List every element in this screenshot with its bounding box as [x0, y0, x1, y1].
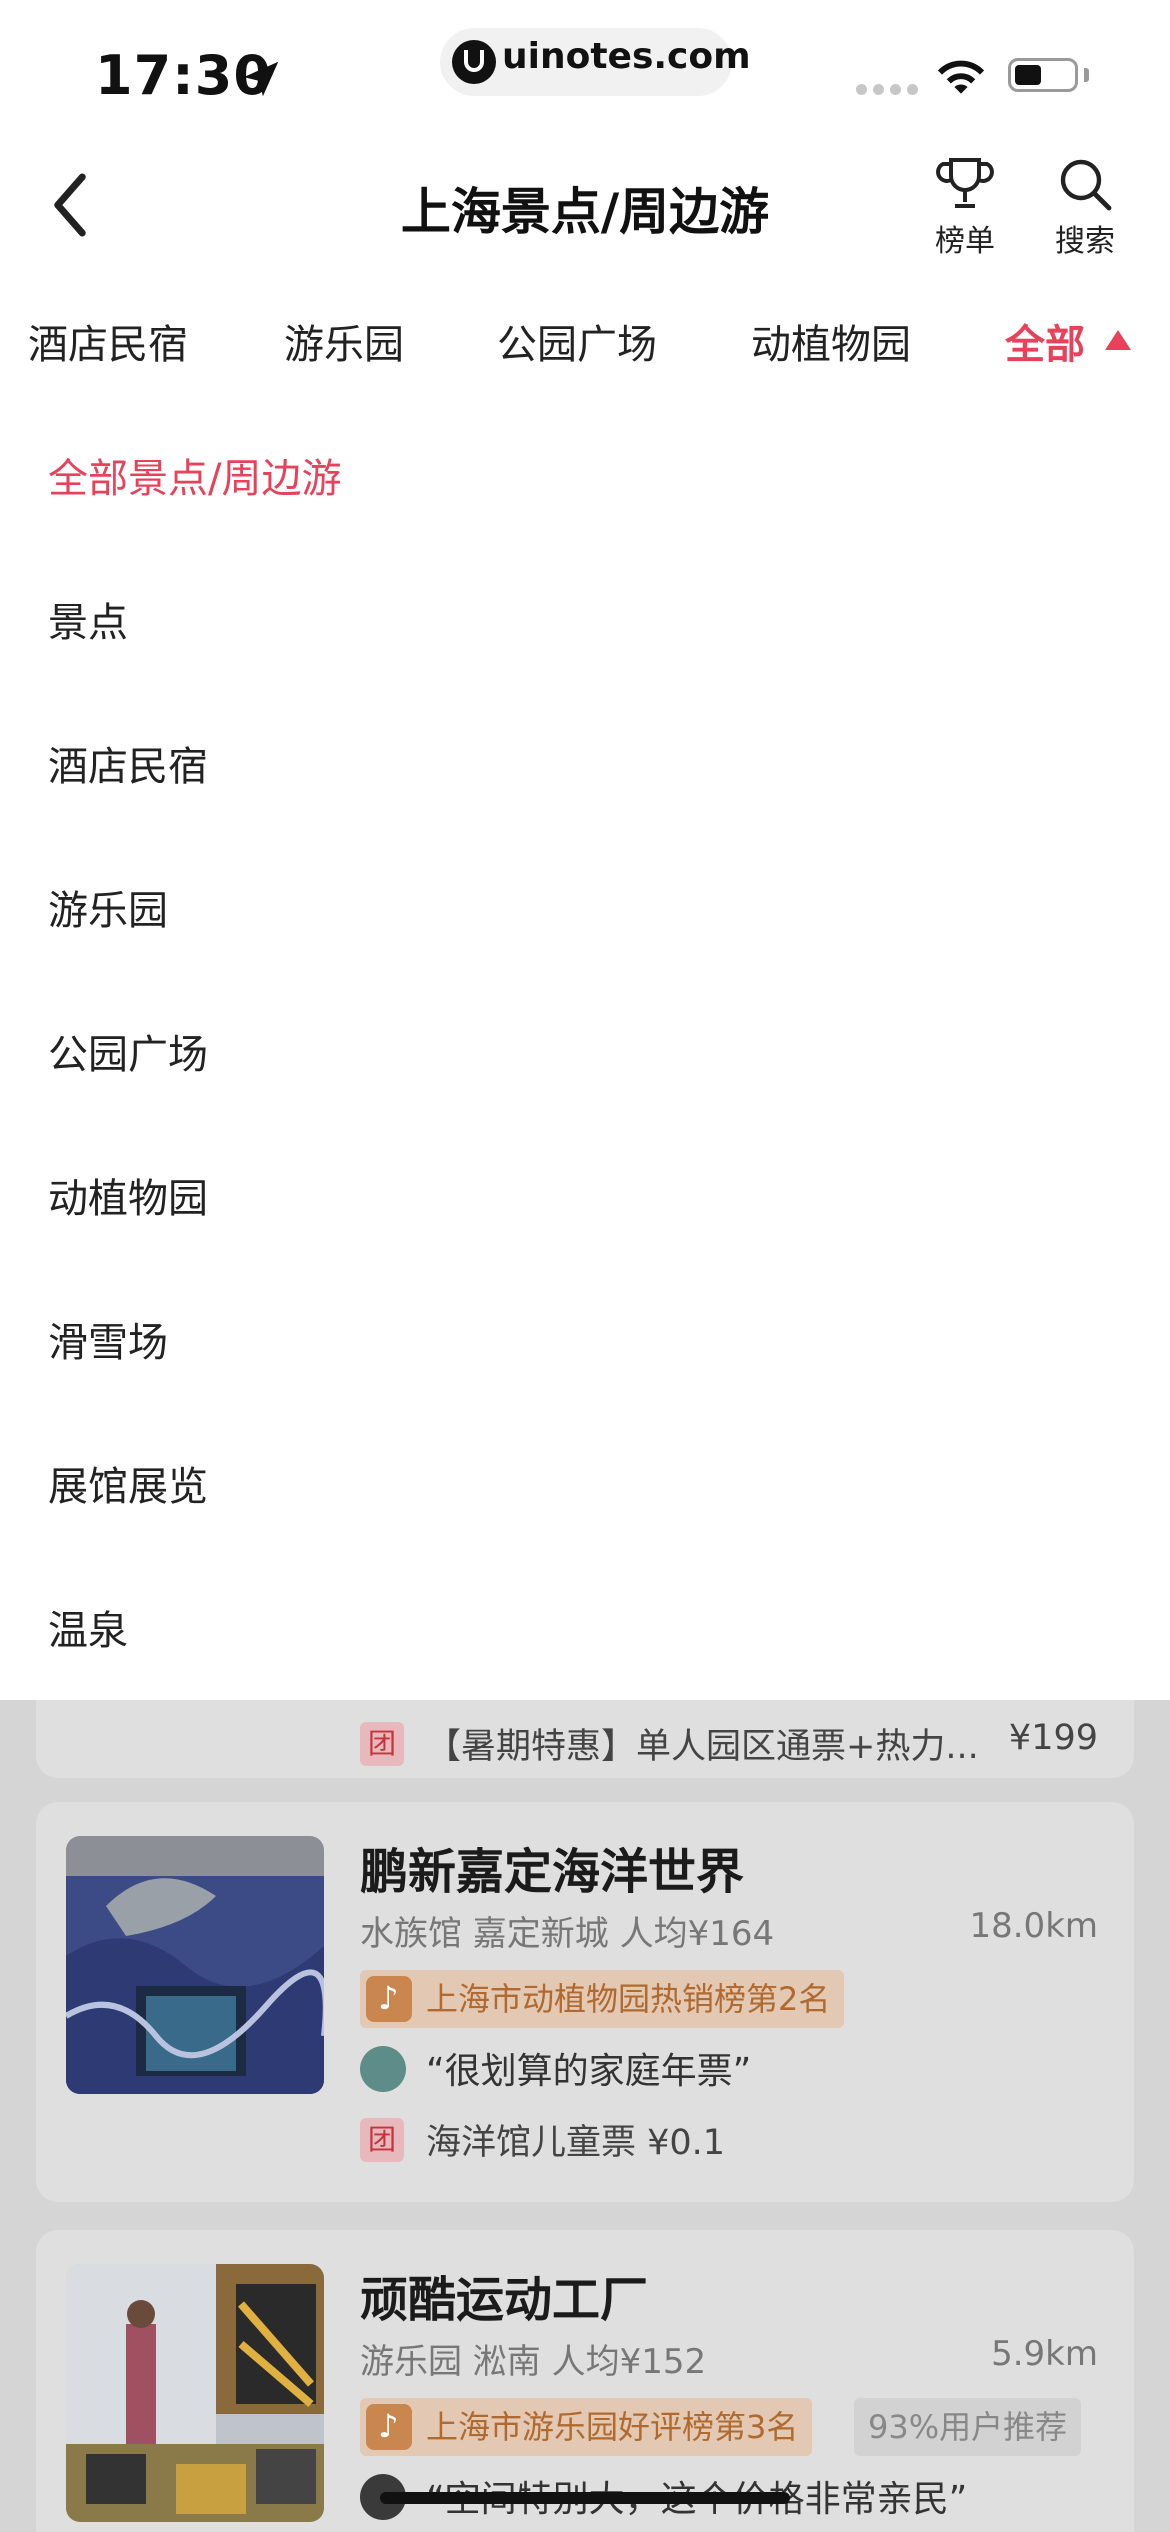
rank-tag[interactable]: 上海市游乐园好评榜第3名 — [360, 2398, 813, 2456]
dim-overlay[interactable]: 【暑期特惠】单人园区通票+热力... ¥199 鹏新嘉定海洋世界 水族馆 嘉定新… — [0, 1700, 1170, 2532]
dropdown-item-hotel[interactable]: 酒店民宿 — [48, 734, 208, 792]
dropdown-item-scenic[interactable]: 景点 — [48, 590, 128, 648]
listing-card-partial[interactable]: 【暑期特惠】单人园区通票+热力... ¥199 — [36, 1700, 1134, 1778]
uinotes-logo-icon — [452, 40, 496, 84]
trophy-icon — [936, 158, 994, 208]
category-dropdown: 全部景点/周边游 景点 酒店民宿 游乐园 公园广场 动植物园 滑雪场 展馆展览 … — [0, 416, 1170, 1700]
dropdown-item-zoo[interactable]: 动植物园 — [48, 1166, 208, 1224]
search-button[interactable]: 搜索 — [1040, 154, 1130, 260]
tab-zoo-botanical[interactable]: 动植物园 — [751, 312, 911, 370]
deal-row: 【暑期特惠】单人园区通票+热力... — [360, 1718, 979, 1769]
rank-label: 榜单 — [935, 224, 995, 259]
rank-text: 上海市游乐园好评榜第3名 — [426, 2408, 799, 2446]
dropdown-item-park[interactable]: 公园广场 — [48, 1022, 208, 1080]
tab-hotel[interactable]: 酒店民宿 — [28, 312, 188, 370]
listing-meta: 游乐园 淞南 人均¥152 — [360, 2342, 707, 2382]
group-buy-icon — [360, 2118, 404, 2162]
dropdown-item-amusement[interactable]: 游乐园 — [48, 878, 168, 936]
group-buy-icon — [360, 1722, 404, 1766]
listing-title: 鹏新嘉定海洋世界 — [360, 1844, 745, 1900]
deal-price: ¥199 — [1008, 1718, 1098, 1758]
sports-factory-photo — [66, 2264, 324, 2522]
tab-park-square[interactable]: 公园广场 — [497, 312, 657, 370]
deal-text: 海洋馆儿童票 ¥0.1 — [426, 2123, 726, 2163]
tab-amusement-park[interactable]: 游乐园 — [284, 312, 404, 370]
deal-text: 【暑期特惠】单人园区通票+热力... — [426, 1727, 979, 1767]
avatar — [360, 2046, 406, 2092]
cellular-signal-icon — [856, 80, 924, 99]
caret-up-icon — [1105, 330, 1131, 350]
rank-tag[interactable]: 上海市动植物园热销榜第2名 — [360, 1970, 845, 2028]
wifi-icon — [937, 60, 985, 94]
listing-title: 顽酷运动工厂 — [360, 2272, 649, 2328]
url-text: uinotes.com — [502, 36, 751, 77]
battery-icon — [1008, 58, 1078, 92]
search-label: 搜索 — [1055, 224, 1115, 259]
listing-card[interactable]: 鹏新嘉定海洋世界 水族馆 嘉定新城 人均¥164 18.0km 上海市动植物园热… — [36, 1802, 1134, 2202]
battery-cap — [1084, 68, 1089, 82]
listing-meta: 水族馆 嘉定新城 人均¥164 — [360, 1914, 775, 1954]
review-quote: “很划算的家庭年票” — [360, 2042, 751, 2094]
rank-text: 上海市动植物园热销榜第2名 — [426, 1980, 831, 2018]
recommend-badge: 93%用户推荐 — [854, 2398, 1082, 2456]
search-icon — [1060, 159, 1112, 211]
quote-text: “很划算的家庭年票” — [426, 2051, 752, 2092]
home-indicator[interactable] — [380, 2492, 790, 2504]
deal-row: 海洋馆儿童票 ¥0.1 — [360, 2114, 725, 2165]
listing-card[interactable]: 顽酷运动工厂 游乐园 淞南 人均¥152 5.9km 上海市游乐园好评榜第3名 … — [36, 2230, 1134, 2532]
battery-level — [1015, 65, 1041, 85]
ocean-world-photo — [66, 1836, 324, 2094]
dropdown-item-exhibition[interactable]: 展馆展览 — [48, 1454, 208, 1512]
dropdown-item-ski[interactable]: 滑雪场 — [48, 1310, 168, 1368]
douyin-icon — [366, 1976, 412, 2022]
rank-button[interactable]: 榜单 — [920, 154, 1010, 260]
dropdown-item-all[interactable]: 全部景点/周边游 — [48, 446, 341, 504]
tab-all[interactable]: 全部 — [1005, 312, 1085, 370]
listing-distance: 5.9km — [991, 2334, 1098, 2374]
location-arrow-icon — [243, 61, 279, 97]
listing-distance: 18.0km — [969, 1906, 1098, 1946]
dropdown-item-hot-spring[interactable]: 温泉 — [48, 1598, 128, 1656]
douyin-icon — [366, 2404, 412, 2450]
